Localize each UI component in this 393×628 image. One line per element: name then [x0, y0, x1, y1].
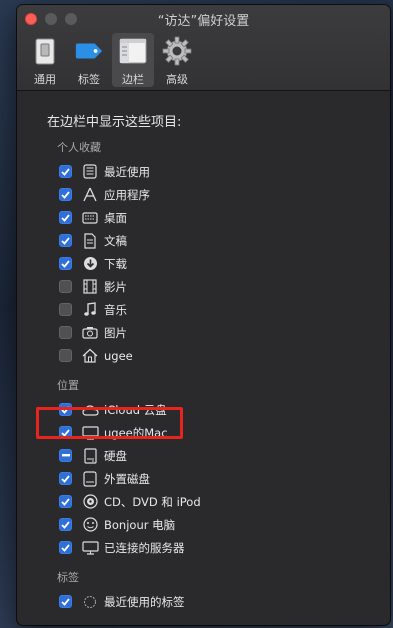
- movies-checkbox[interactable]: [59, 280, 72, 293]
- documents-label: 文稿: [104, 233, 127, 248]
- bonjour-icon: [81, 517, 99, 533]
- home-icon: [81, 348, 99, 364]
- sidebar-option-bonjour[interactable]: Bonjour 电脑: [59, 513, 390, 536]
- recent-tags-label: 最近使用的标签: [104, 594, 185, 609]
- bonjour-checkbox[interactable]: [59, 518, 72, 531]
- applications-label: 应用程序: [104, 187, 150, 202]
- tab-advanced[interactable]: 高级: [156, 33, 198, 87]
- harddisk-checkbox[interactable]: [59, 449, 72, 462]
- tab-advanced-label: 高级: [166, 73, 188, 86]
- movies-icon: [81, 279, 99, 295]
- window-title: “访达”偏好设置: [157, 14, 250, 29]
- desktop-checkbox[interactable]: [59, 211, 72, 224]
- home-label: ugee: [104, 348, 133, 363]
- home-checkbox[interactable]: [59, 349, 72, 362]
- sidebar-option-documents[interactable]: 文稿: [59, 229, 390, 252]
- sidebar-option-movies[interactable]: 影片: [59, 275, 390, 298]
- highlight-box: [36, 407, 183, 439]
- movies-label: 影片: [104, 279, 127, 294]
- gear-icon: [162, 36, 192, 66]
- server-checkbox[interactable]: [59, 541, 72, 554]
- downloads-checkbox[interactable]: [59, 257, 72, 270]
- music-checkbox[interactable]: [59, 303, 72, 316]
- sidebar-option-harddisk[interactable]: 硬盘: [59, 444, 390, 467]
- server-icon: [81, 540, 99, 556]
- sidebar-option-external-disk[interactable]: 外置磁盘: [59, 467, 390, 490]
- external-disk-icon: [81, 470, 99, 487]
- sidebar-option-server[interactable]: 已连接的服务器: [59, 536, 390, 559]
- desktop-label: 桌面: [104, 210, 127, 225]
- desktop-icon: [81, 210, 99, 226]
- applications-checkbox[interactable]: [59, 188, 72, 201]
- downloads-label: 下载: [104, 256, 127, 271]
- sidebar-option-pictures[interactable]: 图片: [59, 321, 390, 344]
- tab-tags[interactable]: 标签: [68, 33, 110, 87]
- sidebar-option-applications[interactable]: 应用程序: [59, 183, 390, 206]
- favorites-section-title: 个人收藏: [57, 141, 101, 154]
- sidebar-icon: [118, 36, 148, 66]
- favorites-list: 最近使用应用程序桌面文稿下载影片音乐图片 ugee: [47, 160, 390, 367]
- sidebar-option-music[interactable]: 音乐: [59, 298, 390, 321]
- sidebar-option-desktop[interactable]: 桌面: [59, 206, 390, 229]
- optical-disc-checkbox[interactable]: [59, 495, 72, 508]
- optical-disc-icon: [81, 494, 99, 510]
- tab-sidebar[interactable]: 边栏: [112, 33, 154, 87]
- recents-label: 最近使用: [104, 164, 150, 179]
- recents-checkbox[interactable]: [59, 165, 72, 178]
- optical-disc-label: CD、DVD 和 iPod: [104, 494, 201, 509]
- server-label: 已连接的服务器: [104, 540, 185, 555]
- titlebar: “访达”偏好设置 通用 标签 边栏 高级: [17, 5, 390, 91]
- sidebar-option-home[interactable]: ugee: [59, 344, 390, 367]
- pictures-checkbox[interactable]: [59, 326, 72, 339]
- pictures-label: 图片: [104, 325, 127, 340]
- tags-list: 最近使用的标签: [47, 590, 390, 613]
- finder-preferences-window: “访达”偏好设置 通用 标签 边栏 高级 在边栏中显示这些项目: 个人收藏 最近…: [17, 5, 390, 625]
- tab-tags-label: 标签: [78, 73, 100, 86]
- locations-section-title: 位置: [57, 379, 79, 392]
- tab-general-label: 通用: [34, 73, 56, 86]
- panel-heading: 在边栏中显示这些项目:: [47, 115, 182, 130]
- sidebar-option-downloads[interactable]: 下载: [59, 252, 390, 275]
- sidebar-option-recents[interactable]: 最近使用: [59, 160, 390, 183]
- recent-tags-icon: [81, 594, 99, 610]
- recents-icon: [81, 164, 99, 180]
- sidebar-option-recent-tags[interactable]: 最近使用的标签: [59, 590, 390, 613]
- downloads-icon: [81, 256, 99, 272]
- tab-sidebar-label: 边栏: [122, 73, 144, 86]
- recent-tags-checkbox[interactable]: [59, 595, 72, 608]
- harddisk-icon: [81, 447, 99, 464]
- external-disk-label: 外置磁盘: [104, 471, 150, 486]
- external-disk-checkbox[interactable]: [59, 472, 72, 485]
- music-label: 音乐: [104, 302, 127, 317]
- music-icon: [81, 302, 99, 318]
- tag-icon: [74, 36, 104, 66]
- bonjour-label: Bonjour 电脑: [104, 517, 176, 532]
- sidebar-preferences-panel: 在边栏中显示这些项目: 个人收藏 最近使用应用程序桌面文稿下载影片音乐图片 uge…: [17, 91, 390, 613]
- toolbar: 通用 标签 边栏 高级: [24, 33, 198, 87]
- pictures-icon: [81, 325, 99, 341]
- tab-general[interactable]: 通用: [24, 33, 66, 87]
- harddisk-label: 硬盘: [104, 448, 127, 463]
- applications-icon: [81, 187, 99, 203]
- tags-section-title: 标签: [57, 571, 79, 584]
- documents-checkbox[interactable]: [59, 234, 72, 247]
- general-icon: [30, 36, 60, 66]
- documents-icon: [81, 232, 99, 249]
- sidebar-option-optical-disc[interactable]: CD、DVD 和 iPod: [59, 490, 390, 513]
